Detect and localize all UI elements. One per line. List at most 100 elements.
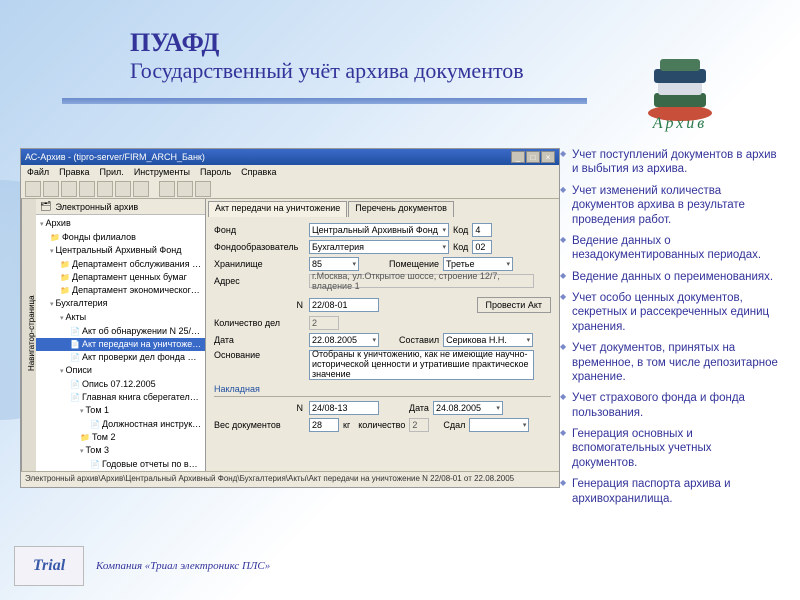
tab-act[interactable]: Акт передачи на уничтожение [208,201,347,217]
tree-node[interactable]: Главная книга сберегательного банка за 2… [36,391,205,404]
inv-date-label: Дата [409,403,429,413]
tree-node[interactable]: Центральный Архивный Фонд [36,244,205,258]
tree-node[interactable]: Департамент экономического прогнозирован… [36,284,205,297]
creator-code-label: Код [453,242,468,252]
handed-label: Сдал [443,420,465,430]
author-select[interactable]: Серикова Н.Н. [443,333,533,347]
addr-field: г.Москва, ул.Открытое шоссе, строение 12… [309,274,534,288]
tree-node[interactable]: Акт проверки дел фонда N 24-08/01 от 24.… [36,351,205,364]
toolbar-button[interactable] [115,181,131,197]
minimize-button[interactable]: _ [511,151,525,163]
list-item: Учет изменений количества документов арх… [560,184,780,227]
room-select[interactable]: Третье [443,257,513,271]
creator-label: Фондообразователь [214,242,309,252]
tree-node[interactable]: Должностная инструкция Главного бухгалте… [36,418,205,431]
title-sub: Государственный учёт архива документов [130,58,524,84]
list-item: Ведение данных о незадокументированных п… [560,234,780,263]
toolbar-button[interactable] [61,181,77,197]
menu-item[interactable]: Инструменты [134,167,190,177]
tree-node[interactable]: Акты [36,311,205,325]
title-main: ПУАФД [130,28,524,58]
menu-item[interactable]: Пароль [200,167,231,177]
fund-select[interactable]: Центральный Архивный Фонд [309,223,449,237]
basis-label: Основание [214,350,309,360]
toolbar-button[interactable] [159,181,175,197]
toolbar-button[interactable] [25,181,41,197]
tree-icon: 🗂 [40,201,51,212]
qty-label: количество [358,420,405,430]
app-window: АС-Архив - (tipro-server/FIRM_ARCH_Банк)… [20,148,560,488]
fund-code-label: Код [453,225,468,235]
window-titlebar: АС-Архив - (tipro-server/FIRM_ARCH_Банк)… [21,149,559,165]
author-label: Составил [399,335,439,345]
slide-title: ПУАФД Государственный учёт архива докуме… [130,28,524,84]
toolbar-button[interactable] [177,181,193,197]
nav-tree: 🗂 Электронный архив АрхивФонды филиаловЦ… [36,199,206,471]
tree-node[interactable]: Том 1 [36,404,205,418]
status-bar: Электронный архив\Архив\Центральный Архи… [21,471,559,487]
tree-node[interactable]: Опись 07.12.2005 [36,378,205,391]
list-item: Учет особо ценных документов, секретных … [560,291,780,334]
menu-item[interactable]: Прил. [100,167,124,177]
storage-label: Хранилище [214,259,309,269]
date-label: Дата [214,335,309,345]
company-logo: Trial [14,546,84,586]
list-item: Генерация основных и вспомогательных уче… [560,427,780,470]
date-input[interactable]: 22.08.2005 [309,333,379,347]
menu-item[interactable]: Файл [27,167,49,177]
tree-node[interactable]: Годовые отчеты по выплатам налогов в бюд… [36,458,205,471]
company-name: Компания «Триал электроникс ПЛС» [96,560,270,572]
tree-node[interactable]: Том 2 [36,431,205,444]
tree-header: 🗂 Электронный архив [36,199,205,215]
toolbar-button[interactable] [43,181,59,197]
basis-textarea[interactable]: Отобраны к уничтожению, как не имеющие н… [309,350,534,380]
weight-input[interactable]: 28 [309,418,339,432]
tab-list[interactable]: Перечень документов [348,201,454,217]
storage-select[interactable]: 85 [309,257,359,271]
addr-label: Адрес [214,276,309,286]
tree-node[interactable]: Архив [36,217,205,231]
inv-n-input[interactable]: 24/08-13 [309,401,379,415]
list-item: Ведение данных о переименованиях. [560,270,780,284]
tree-node[interactable]: Том 3 [36,444,205,458]
handed-select[interactable] [469,418,529,432]
divider [214,396,551,397]
invoice-header: Накладная [214,384,551,394]
menu-item[interactable]: Правка [59,167,89,177]
menu-bar: Файл Правка Прил. Инструменты Пароль Спр… [21,165,559,179]
toolbar [21,179,559,199]
process-act-button[interactable]: Провести Акт [477,297,551,313]
n-label: N [214,300,309,310]
close-button[interactable]: × [541,151,555,163]
footer: Trial Компания «Триал электроникс ПЛС» [14,546,270,586]
menu-item[interactable]: Справка [241,167,276,177]
tree-node[interactable]: Фонды филиалов [36,231,205,244]
tree-node[interactable]: Описи [36,364,205,378]
n-input[interactable]: 22/08-01 [309,298,379,312]
count-field: 2 [309,316,339,330]
maximize-button[interactable]: □ [526,151,540,163]
tree-node[interactable]: Акт об обнаружении N 25/08-01 от 25.08.2… [36,325,205,338]
tree-node[interactable]: Департамент обслуживания юридических лиц… [36,258,205,271]
window-title: АС-Архив - (tipro-server/FIRM_ARCH_Банк) [25,152,205,162]
title-underline [62,98,587,104]
count-label: Количество дел [214,318,309,328]
tree-node[interactable]: Департамент ценных бумаг [36,271,205,284]
creator-code-input[interactable]: 02 [472,240,492,254]
navigator-tab[interactable]: Навигатор-страница [21,199,36,471]
tree-node[interactable]: Бухгалтерия [36,297,205,311]
feature-list: Учет поступлений документов в архив и вы… [560,148,780,513]
list-item: Учет страхового фонда и фонда пользовани… [560,391,780,420]
list-item: Генерация паспорта архива и архивохранил… [560,477,780,506]
toolbar-button[interactable] [195,181,211,197]
weight-label: Вес документов [214,420,309,430]
creator-select[interactable]: Бухгалтерия [309,240,449,254]
toolbar-button[interactable] [79,181,95,197]
toolbar-button[interactable] [133,181,149,197]
tree-node[interactable]: Акт передачи на уничтожение N 22/08-01 о… [36,338,205,351]
room-label: Помещение [389,259,439,269]
toolbar-button[interactable] [97,181,113,197]
fund-code-input[interactable]: 4 [472,223,492,237]
list-item: Учет документов, принятых на временное, … [560,341,780,384]
inv-date-input[interactable]: 24.08.2005 [433,401,503,415]
